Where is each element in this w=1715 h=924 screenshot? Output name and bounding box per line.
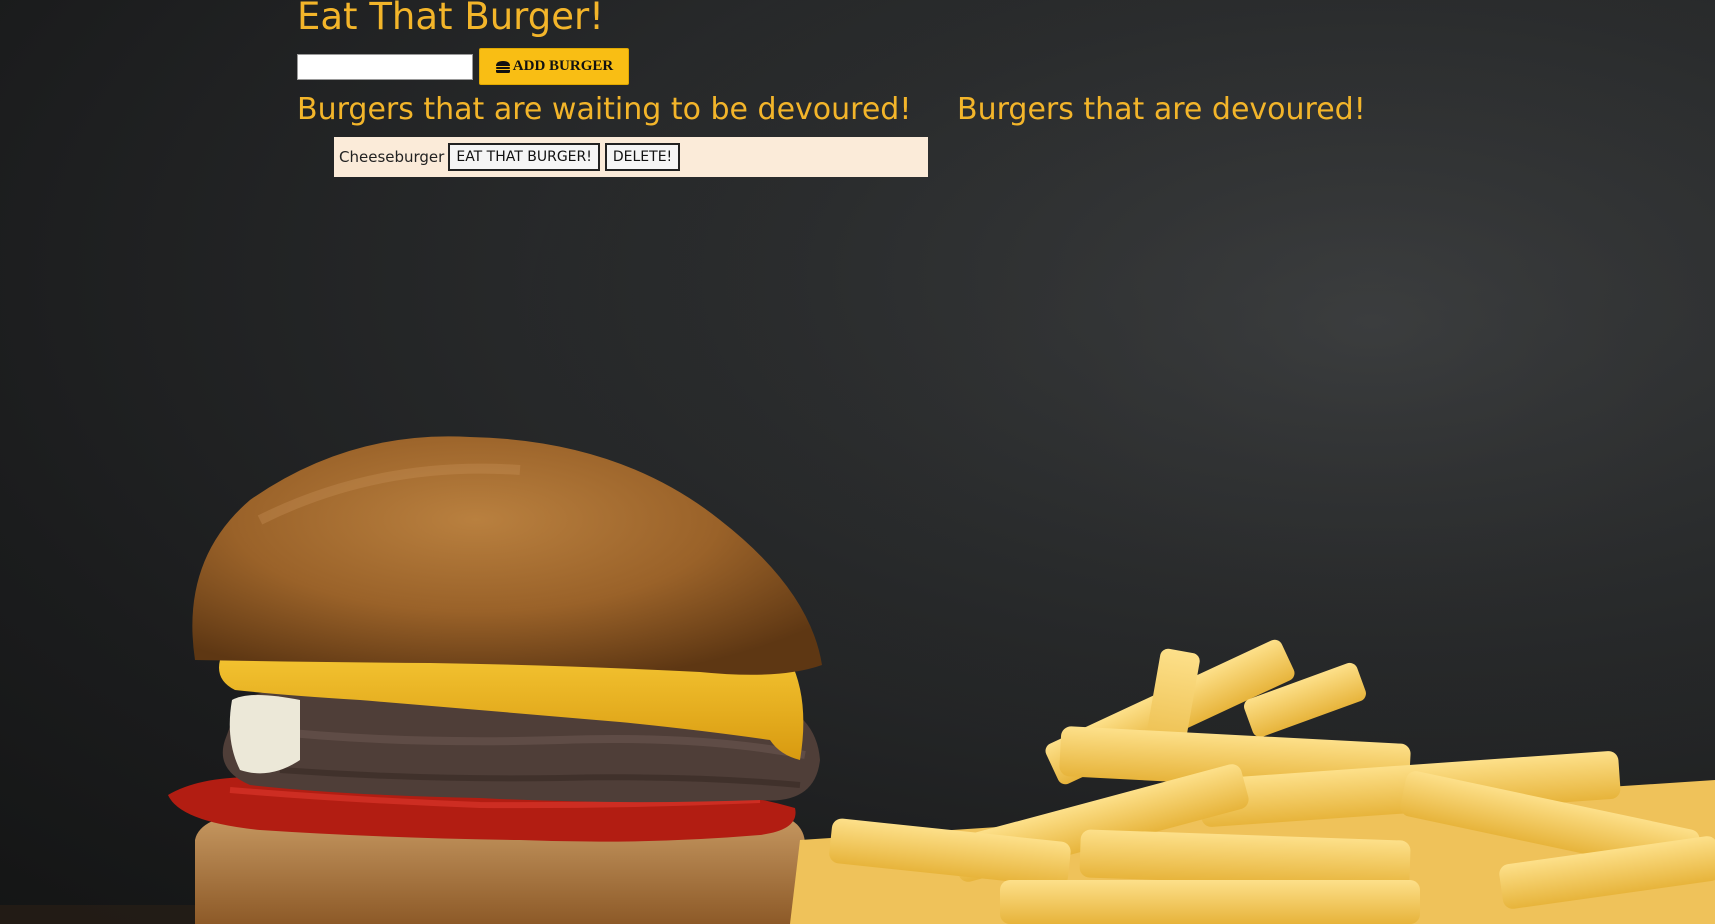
devoured-heading: Burgers that are devoured!: [957, 92, 1366, 127]
burger-name: Cheeseburger: [339, 148, 445, 166]
add-burger-button[interactable]: ADD BURGER: [479, 48, 629, 85]
hamburger-icon: [495, 60, 510, 73]
list-item: Cheeseburger EAT THAT BURGER! DELETE!: [334, 137, 928, 177]
eat-burger-button[interactable]: EAT THAT BURGER!: [448, 143, 600, 171]
add-burger-form: ADD BURGER: [297, 48, 629, 85]
burger-name-input[interactable]: [297, 53, 473, 80]
waiting-heading: Burgers that are waiting to be devoured!: [297, 92, 912, 127]
add-burger-button-label: ADD BURGER: [512, 58, 614, 74]
waiting-burger-list: Cheeseburger EAT THAT BURGER! DELETE!: [297, 137, 928, 177]
delete-burger-button[interactable]: DELETE!: [604, 143, 681, 171]
page-title: Eat That Burger!: [297, 0, 605, 38]
